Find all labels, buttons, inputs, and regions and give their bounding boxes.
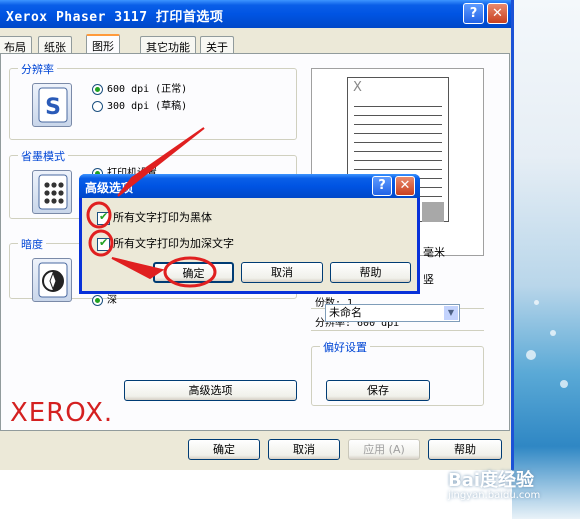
dialog-close-icon-button[interactable]: ✕ bbox=[395, 176, 415, 196]
dialog-help-button[interactable]: 帮助 bbox=[330, 262, 411, 283]
checkbox-darken-text[interactable]: 所有文字打印为加深文字 bbox=[97, 235, 234, 251]
preview-line bbox=[354, 169, 442, 170]
baidu-watermark: Bai度经验 jingyan.baidu.com bbox=[448, 466, 540, 501]
toner-save-group-label: 省墨模式 bbox=[18, 148, 68, 164]
window-titlebar[interactable]: Xerox Phaser 3117 打印首选项 ? ✕ bbox=[0, 0, 511, 28]
checkbox-checked[interactable] bbox=[97, 210, 110, 225]
preview-line bbox=[354, 106, 442, 107]
darkness-icon bbox=[32, 258, 72, 302]
tab-graphics[interactable]: 图形 bbox=[86, 34, 120, 55]
preview-tray-block bbox=[422, 202, 444, 222]
preview-line bbox=[354, 142, 442, 143]
save-favorite-button[interactable]: 保存 bbox=[326, 380, 430, 401]
resolution-icon: S bbox=[32, 83, 72, 127]
help-button[interactable]: 帮助 bbox=[428, 439, 502, 460]
xerox-logo: XEROX. bbox=[10, 398, 114, 428]
favorites-select[interactable]: 未命名 ▼ bbox=[325, 304, 460, 322]
checkbox-checked[interactable] bbox=[97, 236, 110, 251]
desktop-wallpaper bbox=[512, 0, 580, 519]
preview-line bbox=[354, 160, 442, 161]
darkness-group-label: 暗度 bbox=[18, 236, 46, 252]
tab-layout[interactable]: 布局 bbox=[0, 36, 32, 54]
tab-paper[interactable]: 纸张 bbox=[38, 36, 72, 54]
apply-button[interactable]: 应用 (A) bbox=[348, 439, 420, 460]
preview-line bbox=[354, 124, 442, 125]
advanced-options-button[interactable]: 高级选项 bbox=[124, 380, 297, 401]
radio-button-selected[interactable] bbox=[92, 83, 103, 95]
tab-about[interactable]: 关于 bbox=[200, 36, 234, 54]
radio-300dpi[interactable]: 300 dpi (草稿) bbox=[92, 97, 187, 112]
radio-300dpi-label: 300 dpi (草稿) bbox=[107, 101, 188, 112]
dialog-help-icon-button[interactable]: ? bbox=[372, 176, 392, 196]
radio-button[interactable] bbox=[92, 100, 103, 112]
water-drop bbox=[534, 300, 539, 305]
tab-strip: 布局 纸张 图形 其它功能 关于 bbox=[0, 34, 511, 55]
radio-button-selected[interactable] bbox=[92, 294, 103, 306]
watermark-sub: jingyan.baidu.com bbox=[448, 490, 541, 501]
watermark-text: Bai度经验 bbox=[448, 470, 535, 491]
dialog-title: 高级选项 bbox=[85, 181, 134, 195]
preview-line bbox=[354, 115, 442, 116]
resolution-group-label: 分辨率 bbox=[18, 61, 57, 77]
dialog-titlebar[interactable]: 高级选项 ? ✕ bbox=[79, 174, 420, 198]
help-title-button[interactable]: ? bbox=[463, 3, 484, 24]
svg-text:S: S bbox=[45, 95, 61, 120]
preview-unit: 毫米 bbox=[423, 246, 445, 259]
window-title: Xerox Phaser 3117 打印首选项 bbox=[6, 10, 224, 25]
advanced-options-dialog: 高级选项 ? ✕ 所有文字打印为黑体 所有文字打印为加深文字 确定 取消 帮助 bbox=[79, 174, 420, 294]
water-drop bbox=[560, 380, 568, 388]
dialog-ok-button[interactable]: 确定 bbox=[153, 262, 234, 283]
preview-line bbox=[354, 133, 442, 134]
checkbox-black-text[interactable]: 所有文字打印为黑体 bbox=[97, 209, 212, 225]
preview-divider bbox=[311, 330, 484, 331]
ok-button[interactable]: 确定 bbox=[188, 439, 260, 460]
desktop-area bbox=[0, 470, 512, 519]
checkbox-darken-text-label: 所有文字打印为加深文字 bbox=[113, 237, 234, 250]
preview-line bbox=[354, 151, 442, 152]
chevron-down-icon[interactable]: ▼ bbox=[444, 306, 458, 320]
preview-page-letter: X bbox=[353, 80, 362, 95]
resolution-group: 分辨率 S 600 dpi (正常) 300 dpi (草稿) bbox=[9, 61, 297, 140]
cancel-button[interactable]: 取消 bbox=[268, 439, 340, 460]
radio-600dpi-label: 600 dpi (正常) bbox=[107, 84, 188, 95]
toner-save-icon bbox=[32, 170, 72, 214]
water-drop bbox=[550, 330, 556, 336]
dialog-cancel-button[interactable]: 取消 bbox=[241, 262, 323, 283]
favorites-select-value: 未命名 bbox=[329, 306, 362, 319]
checkbox-black-text-label: 所有文字打印为黑体 bbox=[113, 211, 212, 224]
radio-dark-label: 深 bbox=[107, 295, 117, 306]
close-title-button[interactable]: ✕ bbox=[487, 3, 508, 24]
favorites-group-label: 偏好设置 bbox=[320, 339, 370, 355]
radio-600dpi[interactable]: 600 dpi (正常) bbox=[92, 80, 187, 95]
water-drop bbox=[526, 350, 536, 360]
tab-other-features[interactable]: 其它功能 bbox=[140, 36, 196, 54]
preview-orientation: 竖 bbox=[423, 273, 434, 286]
